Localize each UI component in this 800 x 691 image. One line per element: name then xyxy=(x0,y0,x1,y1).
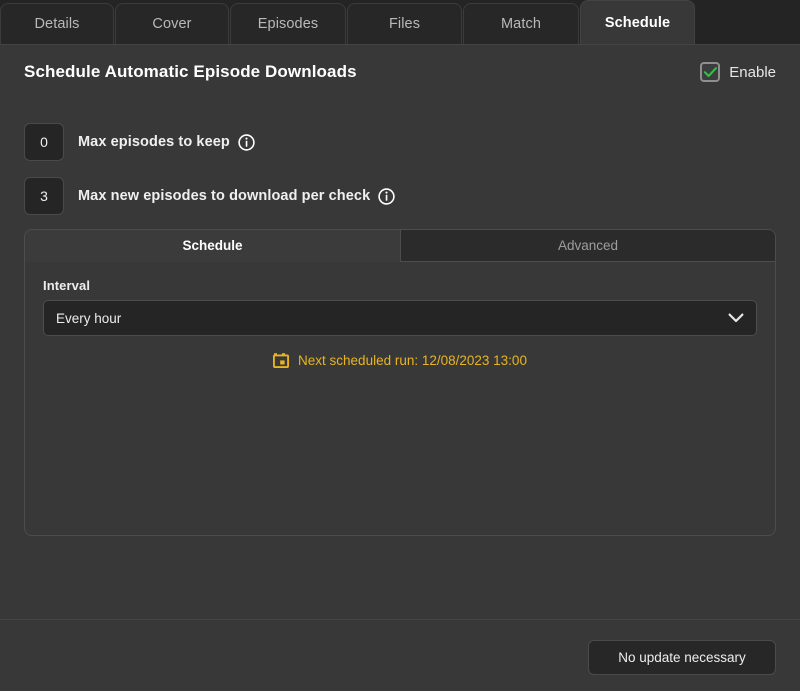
panel-header: Schedule Automatic Episode Downloads Ena… xyxy=(0,45,800,99)
footer-bar: No update necessary xyxy=(0,619,800,691)
interval-select[interactable]: Every hour xyxy=(43,300,757,336)
subtab-schedule[interactable]: Schedule xyxy=(25,230,400,262)
tab-episodes[interactable]: Episodes xyxy=(230,3,346,44)
max-new-episodes-per-check-label: Max new episodes to download per check xyxy=(78,188,395,205)
enable-checkbox[interactable] xyxy=(700,62,720,82)
setting-max-new-episodes-per-check: Max new episodes to download per check xyxy=(24,177,395,215)
subtab-schedule-label: Schedule xyxy=(182,238,242,253)
schedule-card: Schedule Advanced Interval Every hour xyxy=(24,229,776,536)
chevron-down-icon xyxy=(728,313,744,323)
next-scheduled-run: Next scheduled run: 12/08/2023 13:00 xyxy=(43,352,757,368)
max-new-episodes-per-check-input[interactable] xyxy=(24,177,64,215)
next-scheduled-run-text: Next scheduled run: 12/08/2023 13:00 xyxy=(298,353,527,368)
subtab-advanced[interactable]: Advanced xyxy=(400,230,775,262)
schedule-settings-window: Schedule AAA Episode Details Cover Episo… xyxy=(0,0,800,691)
tab-schedule-label: Schedule xyxy=(605,15,670,31)
no-update-necessary-button[interactable]: No update necessary xyxy=(588,640,776,675)
interval-label: Interval xyxy=(43,278,757,293)
info-icon[interactable] xyxy=(378,188,395,205)
calendar-icon xyxy=(273,352,289,368)
schedule-panel: Schedule Automatic Episode Downloads Ena… xyxy=(0,44,800,619)
tab-files-label: Files xyxy=(389,16,420,32)
max-episodes-to-keep-text: Max episodes to keep xyxy=(78,134,230,150)
schedule-sub-tab-bar: Schedule Advanced xyxy=(25,230,775,262)
checkmark-icon xyxy=(704,67,717,78)
info-icon[interactable] xyxy=(238,134,255,151)
tab-cover-label: Cover xyxy=(152,16,191,32)
setting-max-episodes-to-keep: Max episodes to keep xyxy=(24,123,255,161)
page-title: Schedule Automatic Episode Downloads xyxy=(24,62,357,82)
tab-match[interactable]: Match xyxy=(463,3,579,44)
tab-files[interactable]: Files xyxy=(347,3,462,44)
tab-episodes-label: Episodes xyxy=(258,16,318,32)
enable-toggle[interactable]: Enable xyxy=(700,62,776,82)
max-episodes-to-keep-input[interactable] xyxy=(24,123,64,161)
tab-match-label: Match xyxy=(501,16,541,32)
tab-cover[interactable]: Cover xyxy=(115,3,229,44)
enable-label: Enable xyxy=(729,64,776,81)
tab-details[interactable]: Details xyxy=(0,3,114,44)
main-tab-bar: Details Cover Episodes Files Match Sched… xyxy=(0,0,800,44)
tab-details-label: Details xyxy=(34,16,79,32)
max-episodes-to-keep-label: Max episodes to keep xyxy=(78,134,255,151)
schedule-card-body: Interval Every hour xyxy=(25,262,775,368)
tab-schedule[interactable]: Schedule xyxy=(580,0,695,44)
interval-selected-value: Every hour xyxy=(56,311,121,326)
max-new-episodes-per-check-text: Max new episodes to download per check xyxy=(78,188,370,204)
subtab-advanced-label: Advanced xyxy=(558,238,618,253)
